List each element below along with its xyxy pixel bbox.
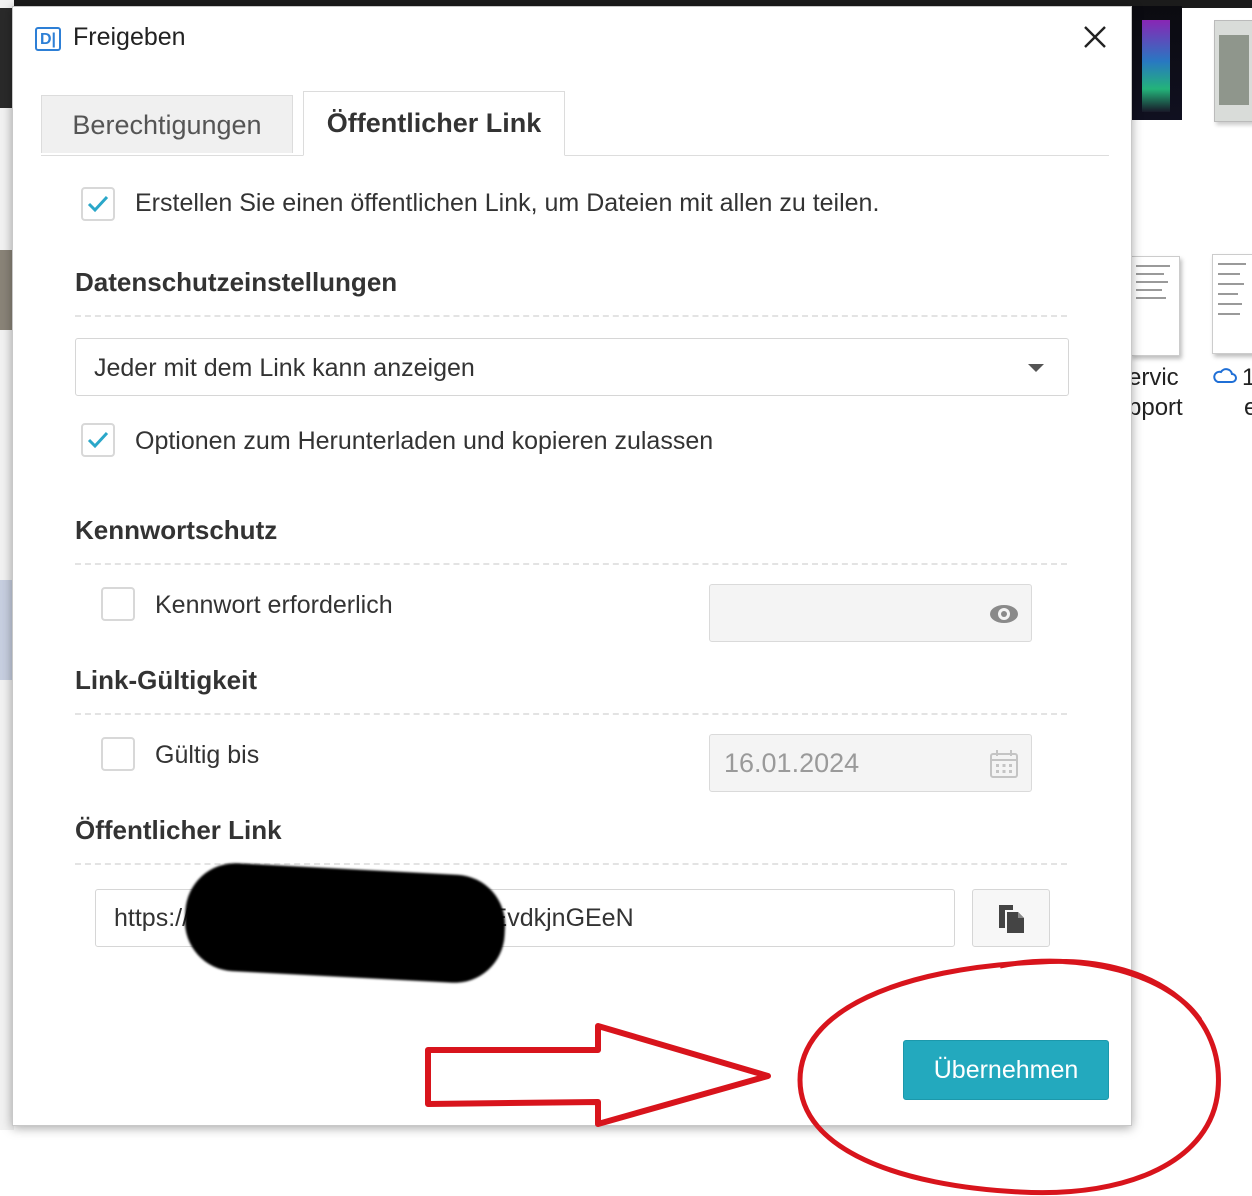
create-public-link-checkbox[interactable] [81,187,115,221]
checkmark-icon [87,195,109,213]
password-required-checkbox[interactable] [101,587,135,621]
create-public-link-label: Erstellen Sie einen öffentlichen Link, u… [135,189,880,217]
desktop-document-thumbnail[interactable] [1130,256,1180,356]
validity-heading: Link-Gültigkeit [75,665,257,695]
expiry-date-value: 16.01.2024 [724,748,860,778]
copy-icon [999,905,1024,933]
desktop-file-thumbnail[interactable] [1214,20,1252,122]
chevron-down-icon [1028,364,1044,372]
valid-until-label: Gültig bis [155,741,260,769]
allow-download-checkbox[interactable] [81,423,115,457]
divider [75,315,1067,317]
desktop-file-label: e [1244,394,1252,421]
privacy-heading: Datenschutzeinstellungen [75,267,398,297]
public-link-heading: Öffentlicher Link [75,815,282,845]
desktop-file-label: pport [1128,394,1183,421]
desktop-file-thumbnail[interactable] [1130,6,1182,120]
divider [75,713,1067,715]
privacy-select[interactable]: Jeder mit dem Link kann anzeigen [75,338,1069,396]
checkmark-icon [87,431,109,449]
calendar-icon[interactable] [987,747,1021,781]
desktop-document-thumbnail[interactable] [1212,254,1252,354]
desktop-file-label: ervic [1128,364,1179,391]
allow-download-label: Optionen zum Herunterladen und kopieren … [135,427,714,455]
cloud-icon [1212,365,1238,387]
desktop-file-label: 1 [1242,364,1252,391]
eye-icon[interactable] [987,597,1021,631]
password-heading: Kennwortschutz [75,515,278,545]
password-required-label: Kennwort erforderlich [155,591,393,619]
privacy-select-value: Jeder mit dem Link kann anzeigen [94,354,475,382]
copy-link-button[interactable] [972,889,1050,947]
redaction-blot [182,860,508,986]
valid-until-checkbox[interactable] [101,737,135,771]
apply-button[interactable]: Übernehmen [903,1040,1109,1100]
share-dialog: D| Freigeben Berechtigungen Öffentlicher… [12,6,1132,1126]
password-input[interactable] [709,584,1032,642]
public-link-panel: Erstellen Sie einen öffentlichen Link, u… [13,7,1131,1125]
divider [75,563,1067,565]
expiry-date-input[interactable]: 16.01.2024 [709,734,1032,792]
